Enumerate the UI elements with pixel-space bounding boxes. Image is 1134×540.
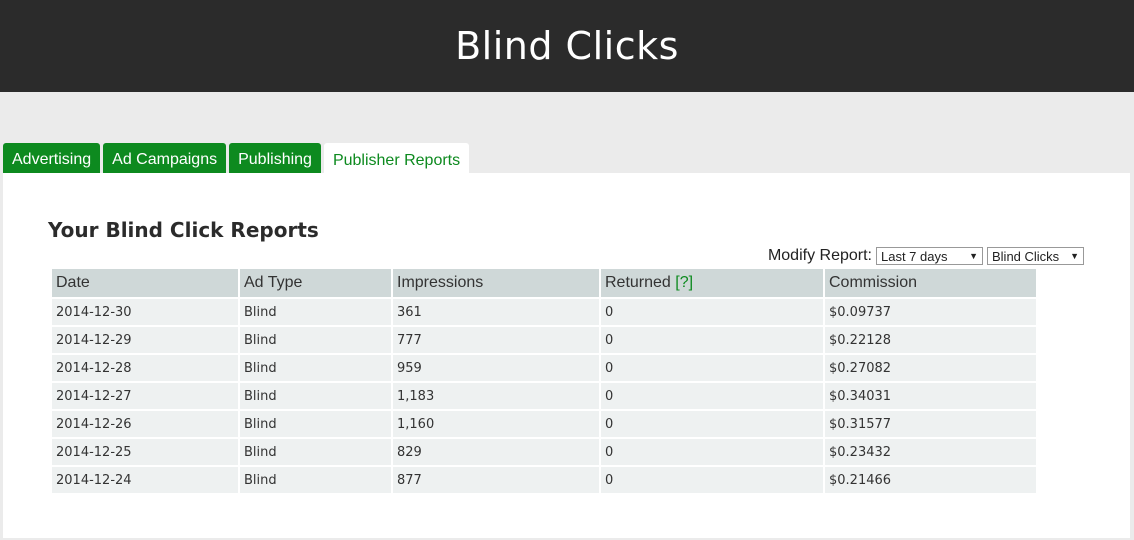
cell-date: 2014-12-27 (52, 383, 238, 409)
cell-impressions: 877 (393, 467, 599, 493)
cell-date: 2014-12-28 (52, 355, 238, 381)
cell-ad-type: Blind (240, 467, 391, 493)
cell-commission: $0.22128 (825, 327, 1036, 353)
modify-report-label: Modify Report: (767, 247, 872, 264)
col-returned: Returned [?] (601, 269, 823, 297)
tab-publishing[interactable]: Publishing (229, 143, 321, 177)
cell-commission: $0.31577 (825, 411, 1036, 437)
cell-ad-type: Blind (240, 439, 391, 465)
cell-returned: 0 (601, 355, 823, 381)
table-row: 2014-12-26 Blind 1,160 0 $0.31577 (52, 411, 1036, 437)
cell-impressions: 829 (393, 439, 599, 465)
report-table: Date Ad Type Impressions Returned [?] Co… (50, 267, 1038, 495)
cell-date: 2014-12-25 (52, 439, 238, 465)
cell-date: 2014-12-24 (52, 467, 238, 493)
col-date: Date (52, 269, 238, 297)
chevron-down-icon: ▼ (969, 251, 978, 261)
cell-date: 2014-12-26 (52, 411, 238, 437)
cell-impressions: 1,183 (393, 383, 599, 409)
cell-returned: 0 (601, 383, 823, 409)
table-row: 2014-12-27 Blind 1,183 0 $0.34031 (52, 383, 1036, 409)
cell-impressions: 361 (393, 299, 599, 325)
cell-returned: 0 (601, 327, 823, 353)
cell-commission: $0.23432 (825, 439, 1036, 465)
table-header-row: Date Ad Type Impressions Returned [?] Co… (52, 269, 1036, 297)
cell-impressions: 777 (393, 327, 599, 353)
cell-ad-type: Blind (240, 299, 391, 325)
table-row: 2014-12-24 Blind 877 0 $0.21466 (52, 467, 1036, 493)
date-range-value: Last 7 days (881, 248, 948, 264)
cell-returned: 0 (601, 467, 823, 493)
site-title: Blind Clicks (455, 24, 679, 68)
col-ad-type: Ad Type (240, 269, 391, 297)
report-title: Your Blind Click Reports (48, 218, 319, 242)
table-row: 2014-12-25 Blind 829 0 $0.23432 (52, 439, 1036, 465)
cell-returned: 0 (601, 439, 823, 465)
col-commission: Commission (825, 269, 1036, 297)
cell-impressions: 1,160 (393, 411, 599, 437)
chevron-down-icon: ▼ (1070, 251, 1079, 261)
table-row: 2014-12-30 Blind 361 0 $0.09737 (52, 299, 1036, 325)
table-row: 2014-12-29 Blind 777 0 $0.22128 (52, 327, 1036, 353)
returned-help-link[interactable]: [?] (675, 274, 693, 291)
cell-returned: 0 (601, 411, 823, 437)
table-row: 2014-12-28 Blind 959 0 $0.27082 (52, 355, 1036, 381)
cell-commission: $0.34031 (825, 383, 1036, 409)
tab-advertising[interactable]: Advertising (3, 143, 101, 177)
report-panel: Your Blind Click Reports Modify Report: … (3, 173, 1130, 538)
site-header: Blind Clicks (0, 0, 1134, 92)
report-type-value: Blind Clicks (992, 248, 1060, 264)
date-range-select[interactable]: Last 7 days ▼ (876, 247, 983, 265)
cell-impressions: 959 (393, 355, 599, 381)
cell-ad-type: Blind (240, 327, 391, 353)
modify-report: Modify Report: Last 7 days ▼ Blind Click… (768, 247, 1084, 265)
col-impressions: Impressions (393, 269, 599, 297)
cell-commission: $0.21466 (825, 467, 1036, 493)
cell-commission: $0.27082 (825, 355, 1036, 381)
cell-date: 2014-12-30 (52, 299, 238, 325)
cell-returned: 0 (601, 299, 823, 325)
cell-date: 2014-12-29 (52, 327, 238, 353)
col-returned-label: Returned (605, 274, 671, 291)
cell-commission: $0.09737 (825, 299, 1036, 325)
tab-ad-campaigns[interactable]: Ad Campaigns (103, 143, 227, 177)
cell-ad-type: Blind (240, 355, 391, 381)
cell-ad-type: Blind (240, 411, 391, 437)
report-type-select[interactable]: Blind Clicks ▼ (987, 247, 1084, 265)
cell-ad-type: Blind (240, 383, 391, 409)
